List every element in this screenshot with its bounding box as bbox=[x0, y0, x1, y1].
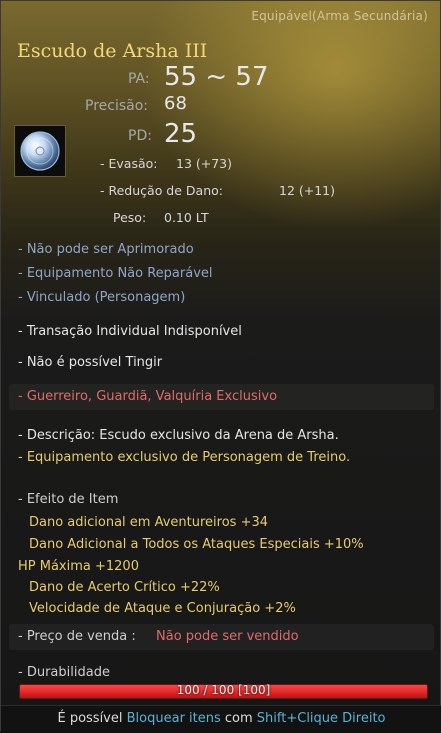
durability-bar: 100 / 100 [100] bbox=[19, 683, 428, 699]
trade-restriction: - Transação Individual Indisponível bbox=[18, 324, 242, 339]
shortcut-hint: Shift+Clique Direito bbox=[256, 711, 386, 726]
durability-label: - Durabilidade bbox=[18, 665, 110, 680]
item-effect-line: Dano Adicional a Todos os Ataques Especi… bbox=[29, 537, 364, 552]
sale-price-value: Não pode ser vendido bbox=[156, 629, 299, 644]
equip-type-label: Equipável(Arma Secundária) bbox=[251, 9, 428, 23]
shield-item-icon bbox=[14, 125, 66, 177]
item-name: Escudo de Arsha III bbox=[17, 40, 208, 62]
item-effect-heading: - Efeito de Item bbox=[18, 492, 119, 507]
property-not-enhanceable: - Não pode ser Aprimorado bbox=[18, 242, 194, 257]
dp-label: PD: bbox=[128, 128, 152, 144]
accuracy-value: 68 bbox=[164, 93, 187, 114]
ap-value: 55 ~ 57 bbox=[164, 62, 269, 92]
description-training-line: - Equipamento exclusivo de Personagem de… bbox=[18, 450, 351, 465]
evasion-value: 13 (+73) bbox=[176, 156, 233, 171]
item-tooltip: Equipável(Arma Secundária) Escudo de Ars… bbox=[0, 0, 441, 733]
lock-item-action: Bloquear itens bbox=[126, 711, 221, 726]
item-effect-line: Dano de Acerto Crítico +22% bbox=[29, 580, 220, 595]
damage-reduction-label: - Redução de Dano: bbox=[100, 183, 223, 198]
damage-reduction-value: 12 (+11) bbox=[279, 183, 336, 198]
weight-label: Peso: bbox=[113, 210, 147, 225]
shield-icon bbox=[20, 131, 60, 171]
property-character-bound: - Vinculado (Personagem) bbox=[18, 290, 186, 305]
dp-value: 25 bbox=[164, 119, 198, 149]
evasion-label: - Evasão: bbox=[100, 156, 158, 171]
class-restriction: - Guerreiro, Guardiã, Valquíria Exclusiv… bbox=[18, 389, 278, 404]
ap-label: PA: bbox=[128, 71, 150, 87]
footer-prefix: É possível bbox=[57, 711, 127, 726]
item-effect-line: Dano adicional em Aventureiros +34 bbox=[29, 515, 269, 530]
weight-value: 0.10 LT bbox=[164, 210, 209, 225]
durability-text: 100 / 100 [100] bbox=[176, 683, 271, 697]
item-effect-hp-line: HP Máxima +1200 bbox=[18, 559, 139, 574]
description-line: - Descrição: Escudo exclusivo da Arena d… bbox=[18, 428, 339, 443]
dye-restriction: - Não é possível Tingir bbox=[18, 355, 163, 370]
footer-middle: com bbox=[220, 711, 257, 726]
accuracy-label: Precisão: bbox=[85, 98, 148, 114]
property-not-repairable: - Equipamento Não Reparável bbox=[18, 266, 213, 281]
sale-price-label: - Preço de venda : bbox=[18, 629, 136, 644]
footer-hint-text: É possível Bloquear itens com Shift+Cliq… bbox=[1, 711, 441, 726]
footer-hint: É possível Bloquear itens com Shift+Cliq… bbox=[1, 705, 441, 733]
item-effect-line: Velocidade de Ataque e Conjuração +2% bbox=[29, 601, 296, 616]
